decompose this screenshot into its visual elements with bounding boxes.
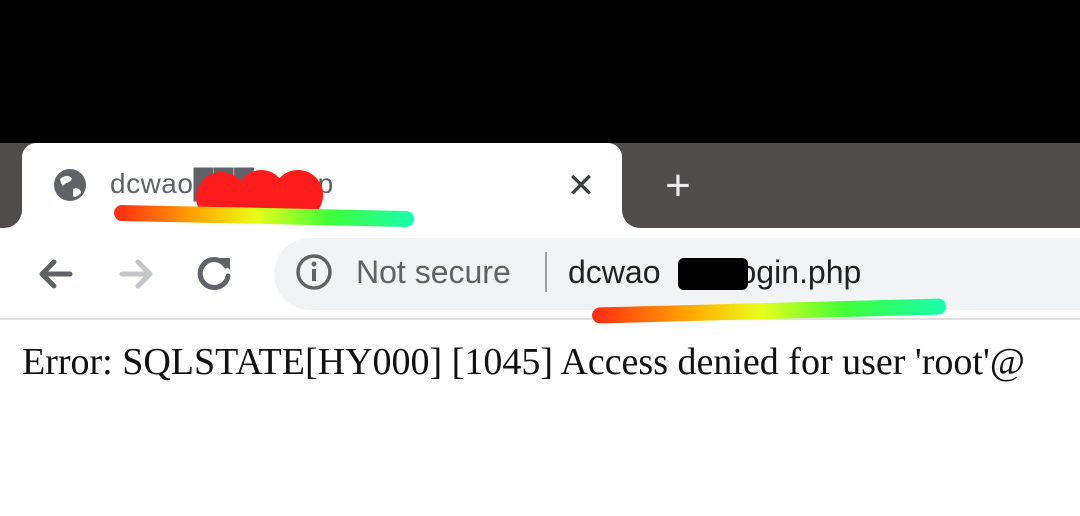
security-label[interactable]: Not secure [356, 254, 511, 291]
forward-arrow-icon[interactable] [112, 248, 160, 300]
globe-icon [54, 169, 86, 201]
new-tab-icon[interactable]: + [656, 164, 700, 208]
tab-right-curve [622, 200, 644, 228]
address-separator [545, 252, 547, 292]
back-arrow-icon[interactable] [32, 248, 80, 300]
tab-left-curve [0, 200, 22, 228]
reload-icon[interactable] [190, 248, 238, 300]
tab-close-icon[interactable]: ✕ [566, 168, 596, 204]
url-prefix: dcwao [568, 254, 661, 290]
info-icon[interactable] [294, 252, 334, 292]
url-redaction-block [678, 258, 748, 290]
top-black-band [0, 0, 1080, 143]
error-message: Error: SQLSTATE[HY000] [1045] Access den… [22, 341, 1025, 383]
